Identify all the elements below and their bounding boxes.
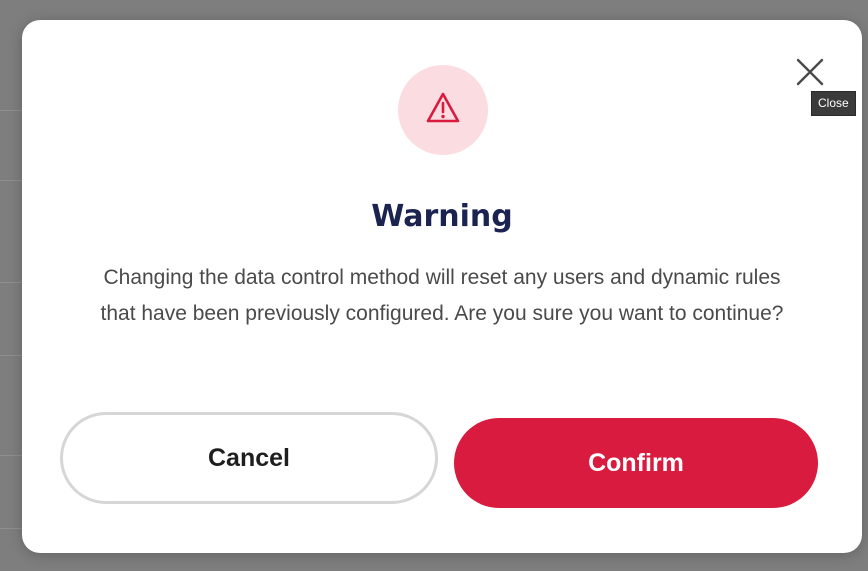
dialog-title: Warning [371,199,513,234]
confirm-button[interactable]: Confirm [454,418,818,508]
warning-dialog: Warning Changing the data control method… [22,20,862,553]
warning-triangle-icon [426,92,460,123]
warning-icon-badge [398,65,488,155]
cancel-button[interactable]: Cancel [60,412,438,504]
close-button[interactable] [794,56,826,88]
close-icon [796,58,824,86]
close-tooltip: Close [811,91,856,116]
dialog-message: Changing the data control method will re… [100,266,784,325]
